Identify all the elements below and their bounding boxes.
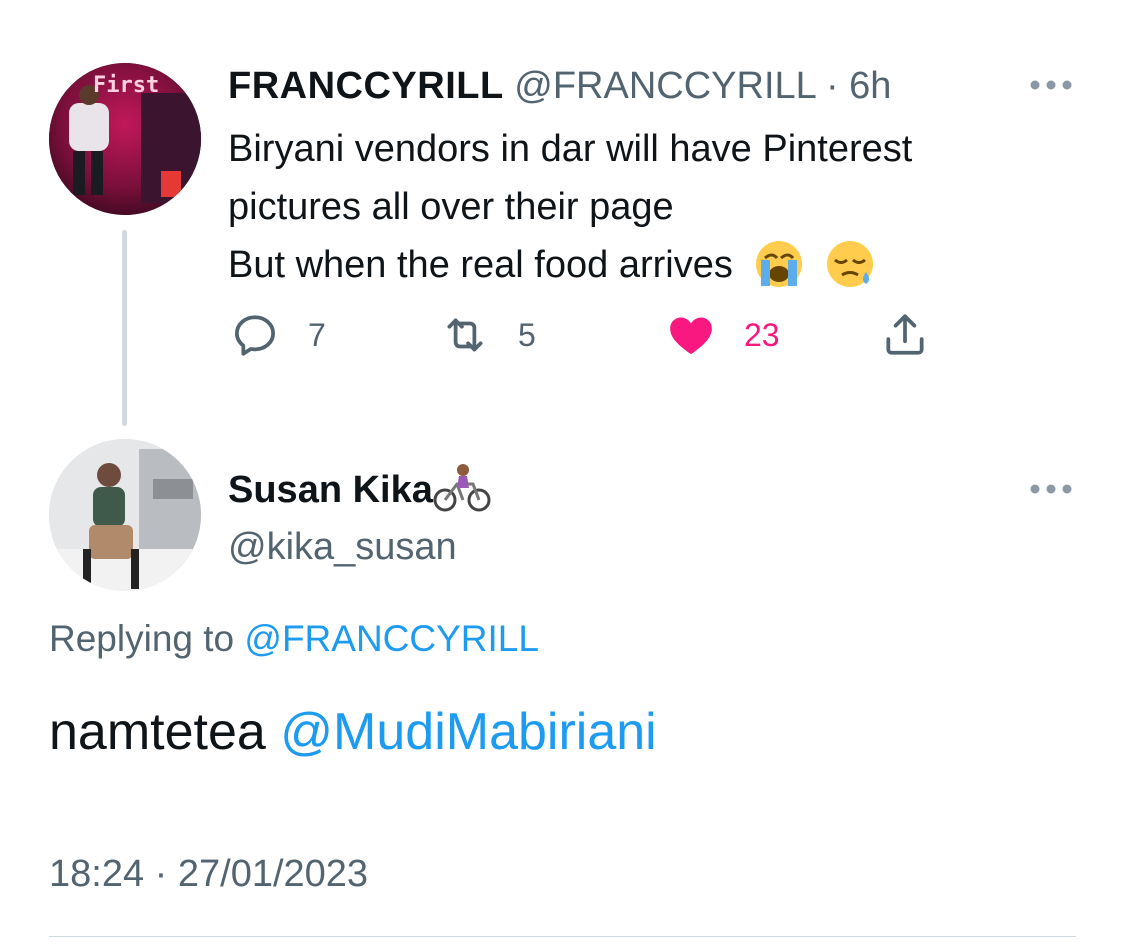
more-options-button[interactable] — [1028, 482, 1074, 496]
woman-biking-icon — [433, 463, 491, 512]
heart-filled-icon — [670, 317, 712, 355]
share-button[interactable] — [880, 310, 930, 360]
reply-tweet-text: namtetea @MudiMabiriani — [49, 700, 657, 764]
thread-connector-line — [122, 230, 127, 426]
reply-icon — [235, 315, 275, 356]
reply-count: 7 — [308, 316, 326, 353]
tweet-text: Biryani vendors in dar will have Pintere… — [228, 120, 1088, 294]
neon-sign-text: First — [93, 73, 160, 98]
time-ago[interactable]: 6h — [849, 65, 891, 107]
separator: · — [825, 65, 839, 107]
tweet-line: But when the real food arrives — [228, 244, 733, 286]
tweet-timestamp[interactable]: 18:24 · 27/01/2023 — [49, 850, 368, 898]
parent-tweet-header: FRANCCYRILL @FRANCCYRILL · 6h — [228, 64, 891, 108]
sleepy-face-icon — [826, 240, 873, 287]
tweet-line-with-emoji: But when the real food arrives — [228, 236, 1088, 294]
replying-to-line: Replying to @FRANCCYRILL — [49, 616, 539, 662]
retweet-count: 5 — [518, 316, 536, 353]
handle[interactable]: @kika_susan — [228, 524, 457, 570]
more-horizontal-icon — [1030, 80, 1072, 90]
more-horizontal-icon — [1030, 484, 1072, 494]
avatar-photo — [49, 439, 201, 591]
franccyrill-avatar[interactable]: First — [49, 63, 201, 215]
reply-button[interactable]: 7 — [230, 310, 326, 360]
replying-to-link[interactable]: @FRANCCYRILL — [244, 618, 539, 659]
tweet-line: Biryani vendors in dar will have Pintere… — [228, 128, 913, 170]
mention-link[interactable]: @MudiMabiriani — [280, 703, 656, 761]
reply-text: namtetea — [49, 703, 266, 761]
like-count: 23 — [744, 316, 780, 353]
replying-label: Replying to — [49, 618, 235, 659]
like-button[interactable]: 23 — [666, 310, 780, 360]
share-icon — [886, 314, 924, 355]
divider — [49, 936, 1076, 937]
retweet-button[interactable]: 5 — [440, 310, 536, 360]
more-options-button[interactable] — [1028, 78, 1074, 92]
loudly-crying-face-icon — [756, 240, 803, 287]
susan-kika-avatar[interactable] — [49, 439, 201, 591]
display-name[interactable]: Susan Kika — [228, 469, 433, 511]
handle[interactable]: @FRANCCYRILL — [514, 65, 815, 107]
display-name[interactable]: FRANCCYRILL — [228, 65, 504, 107]
reply-display-name-row: Susan Kika — [228, 463, 491, 514]
tweet-line: pictures all over their page — [228, 186, 674, 228]
retweet-icon — [447, 318, 483, 352]
